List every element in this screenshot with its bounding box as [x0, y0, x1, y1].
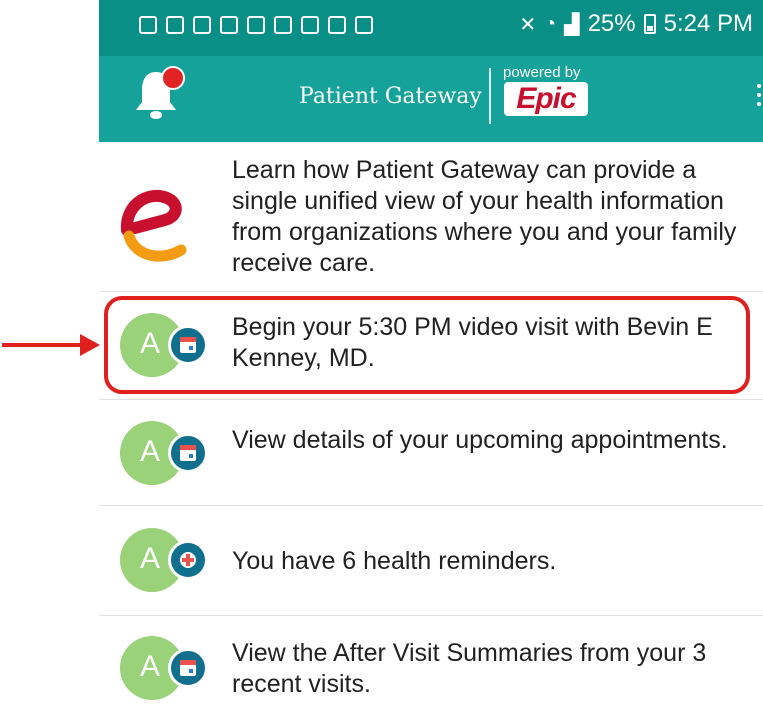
feed-item-text: Learn how Patient Gateway can provide a … [232, 156, 737, 277]
app-bar: Patient Gateway powered by Epic [99, 56, 763, 142]
calendar-icon [180, 445, 196, 461]
feed-item-text: View details of your upcoming appointmen… [232, 426, 728, 454]
clock: 5:24 PM [663, 10, 753, 37]
feed-item-health-reminders[interactable]: A You have 6 health reminders. [99, 506, 763, 616]
avatar-letter: A [140, 435, 161, 468]
shield-icon [328, 16, 346, 34]
arrow-icon [2, 334, 100, 356]
image-icon [247, 16, 265, 34]
medical-badge [168, 540, 208, 580]
epic-logo: Epic [504, 82, 588, 116]
highlight-box [104, 296, 750, 394]
mute-icon: ✕ [519, 13, 537, 36]
avatar: A [120, 636, 208, 700]
avatar-letter: A [140, 542, 161, 575]
gmail-icon [139, 16, 157, 34]
battery-icon [643, 14, 656, 34]
status-bar: ✕ ◔ ▟ 25% 5:24 PM [99, 0, 763, 56]
title-divider [489, 68, 491, 124]
notification-badge [161, 66, 185, 90]
feed-item-intro[interactable]: Learn how Patient Gateway can provide a … [99, 142, 763, 292]
powered-by-label: powered by [503, 64, 581, 81]
gmail-icon [193, 16, 211, 34]
battery-level: 25% [587, 10, 636, 37]
question-icon [220, 16, 238, 34]
app-title: Patient Gateway [299, 84, 482, 109]
feed-item-text: View the After Visit Summaries from your… [232, 639, 707, 698]
status-right: ✕ ◔ ▟ 25% 5:24 PM [519, 10, 753, 38]
gmail-icon [166, 16, 184, 34]
calendar-badge [168, 648, 208, 688]
avatar-letter: A [140, 650, 161, 683]
avatar: A [120, 421, 208, 485]
epic-e-logo-icon [120, 190, 187, 262]
signal-icon: ▟ [564, 13, 580, 36]
bag-icon [274, 16, 292, 34]
shield-icon [355, 16, 373, 34]
overflow-menu-icon[interactable] [757, 84, 763, 114]
medical-cross-icon [180, 552, 196, 568]
wifi-icon: ◔ [544, 12, 557, 35]
feed-item-appointments[interactable]: A View details of your upcoming appointm… [99, 400, 763, 506]
feed-item-text: You have 6 health reminders. [232, 547, 557, 575]
calendar-badge [168, 433, 208, 473]
notification-icons [139, 16, 373, 34]
keyhole-icon [301, 16, 319, 34]
avatar: A [120, 528, 208, 592]
calendar-icon [180, 660, 196, 676]
feed-item-after-visit-summaries[interactable]: A View the After Visit Summaries from yo… [99, 616, 763, 725]
